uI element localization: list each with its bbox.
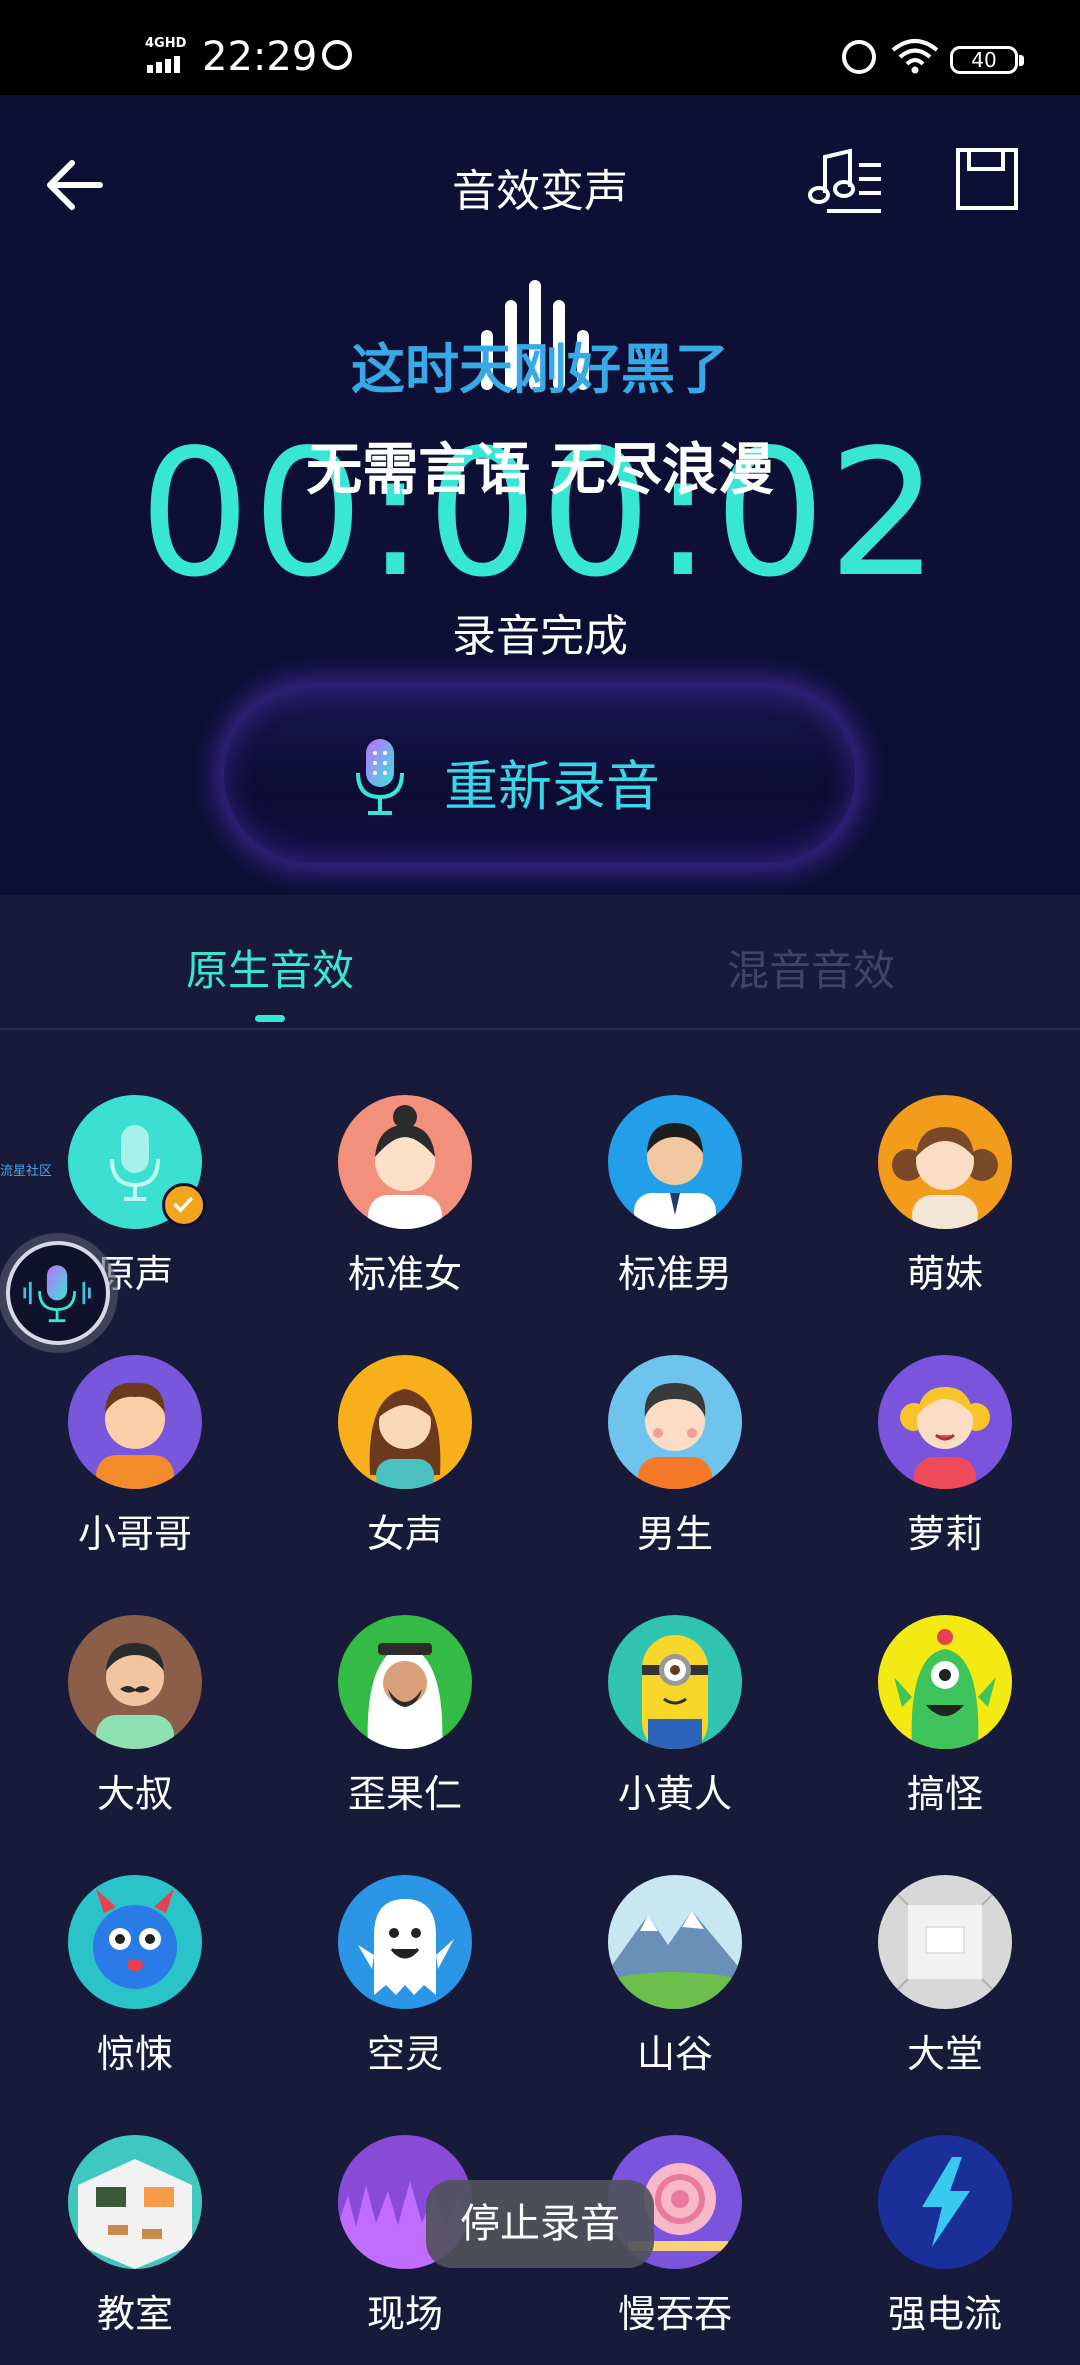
classroom-icon — [68, 2135, 202, 2269]
effect-label: 现场 — [366, 2292, 443, 2336]
tab-native-effects[interactable]: 原生音效 — [186, 937, 354, 998]
effect-label: 大叔 — [96, 1772, 173, 1816]
status-bar: 4GHD 22:29 40 — [0, 0, 1080, 95]
selected-check-icon — [162, 1183, 206, 1227]
rerecord-button[interactable]: 重新录音 — [222, 685, 857, 865]
blue-monster-icon — [68, 1875, 202, 2009]
minion-avatar-icon — [608, 1615, 742, 1749]
stop-recording-toast: 停止录音 — [426, 2180, 654, 2268]
effect-strong-current[interactable]: 强电流 — [845, 2135, 1045, 2365]
effect-classroom[interactable]: 教室 — [35, 2135, 235, 2365]
hotspot-icon — [322, 40, 352, 70]
save-icon[interactable] — [955, 147, 1019, 211]
wifi-icon — [891, 39, 939, 74]
network-signal-icon: 4GHD — [145, 36, 190, 76]
battery-icon: 40 — [950, 46, 1024, 74]
lyric-line-2: 无需言语 无尽浪漫 — [306, 438, 774, 503]
arab-man-avatar-icon — [338, 1615, 472, 1749]
effect-label: 小哥哥 — [77, 1512, 192, 1556]
effect-label: 山谷 — [636, 2032, 713, 2076]
effect-ethereal[interactable]: 空灵 — [305, 1875, 505, 2105]
effect-label: 慢吞吞 — [617, 2292, 732, 2336]
microphone-icon — [356, 739, 404, 815]
effect-label: 女声 — [366, 1512, 443, 1556]
mountain-valley-icon — [608, 1875, 742, 2009]
status-time: 22:29 — [202, 34, 318, 80]
boy-avatar-icon — [68, 1355, 202, 1489]
kid-boy-avatar-icon — [608, 1355, 742, 1489]
page-title: 音效变声 — [452, 166, 628, 217]
effect-standard-female[interactable]: 标准女 — [305, 1095, 505, 1325]
little-girl-avatar-icon — [878, 1355, 1012, 1489]
effect-female-voice[interactable]: 女声 — [305, 1355, 505, 1585]
effect-minion[interactable]: 小黄人 — [575, 1615, 775, 1845]
effect-label: 惊悚 — [96, 2032, 173, 2076]
man-avatar-icon — [608, 1095, 742, 1229]
hall-room-icon — [878, 1875, 1012, 2009]
music-list-icon[interactable] — [805, 145, 885, 215]
recording-status: 录音完成 — [452, 611, 628, 662]
active-tab-indicator — [255, 1015, 285, 1022]
girl-pigtails-avatar-icon — [878, 1095, 1012, 1229]
effect-boy[interactable]: 男生 — [575, 1355, 775, 1585]
effect-label: 强电流 — [887, 2292, 1002, 2336]
microphone-icon — [23, 1265, 91, 1323]
effect-label: 萝莉 — [906, 1512, 983, 1556]
effect-valley[interactable]: 山谷 — [575, 1875, 775, 2105]
effect-uncle[interactable]: 大叔 — [35, 1615, 235, 1845]
effect-label: 男生 — [636, 1512, 713, 1556]
mustache-man-avatar-icon — [68, 1615, 202, 1749]
effect-lolita[interactable]: 萝莉 — [845, 1355, 1045, 1585]
effect-hall[interactable]: 大堂 — [845, 1875, 1045, 2105]
network-type: 4GHD — [145, 36, 187, 51]
side-watermark-label: 流星社区 — [0, 1164, 53, 1179]
effect-standard-male[interactable]: 标准男 — [575, 1095, 775, 1325]
effect-little-brother[interactable]: 小哥哥 — [35, 1355, 235, 1585]
effect-label: 萌妹 — [906, 1252, 983, 1296]
woman-long-hair-avatar-icon — [338, 1355, 472, 1489]
effect-label: 大堂 — [906, 2032, 983, 2076]
effect-tabs: 原生音效 混音音效 — [0, 895, 1080, 1030]
ghost-icon — [338, 1875, 472, 2009]
effect-funny[interactable]: 搞怪 — [845, 1615, 1045, 1845]
rerecord-label: 重新录音 — [444, 755, 660, 818]
woman-avatar-icon — [338, 1095, 472, 1229]
tab-mix-effects[interactable]: 混音音效 — [727, 937, 895, 998]
lyric-line-1: 这时天刚好黑了 — [351, 338, 729, 401]
effect-label: 歪果仁 — [347, 1772, 462, 1816]
effect-label: 标准女 — [347, 1252, 462, 1296]
effect-label: 小黄人 — [617, 1772, 732, 1816]
effect-thriller[interactable]: 惊悚 — [35, 1875, 235, 2105]
recording-panel: 音效变声 这时天刚好黑了 00:00:02 无需言语 无尽浪漫 录音完成 重新录… — [0, 95, 1080, 895]
effect-label: 标准男 — [617, 1252, 732, 1296]
effect-label: 教室 — [96, 2292, 173, 2336]
effect-foreigner[interactable]: 歪果仁 — [305, 1615, 505, 1845]
alarm-icon — [842, 40, 876, 74]
lightning-icon — [878, 2135, 1012, 2269]
effect-cute-girl[interactable]: 萌妹 — [845, 1095, 1045, 1325]
floating-mic-button[interactable] — [6, 1241, 110, 1345]
green-monster-icon — [878, 1615, 1012, 1749]
effect-label: 空灵 — [366, 2032, 443, 2076]
effect-label: 搞怪 — [906, 1772, 983, 1816]
